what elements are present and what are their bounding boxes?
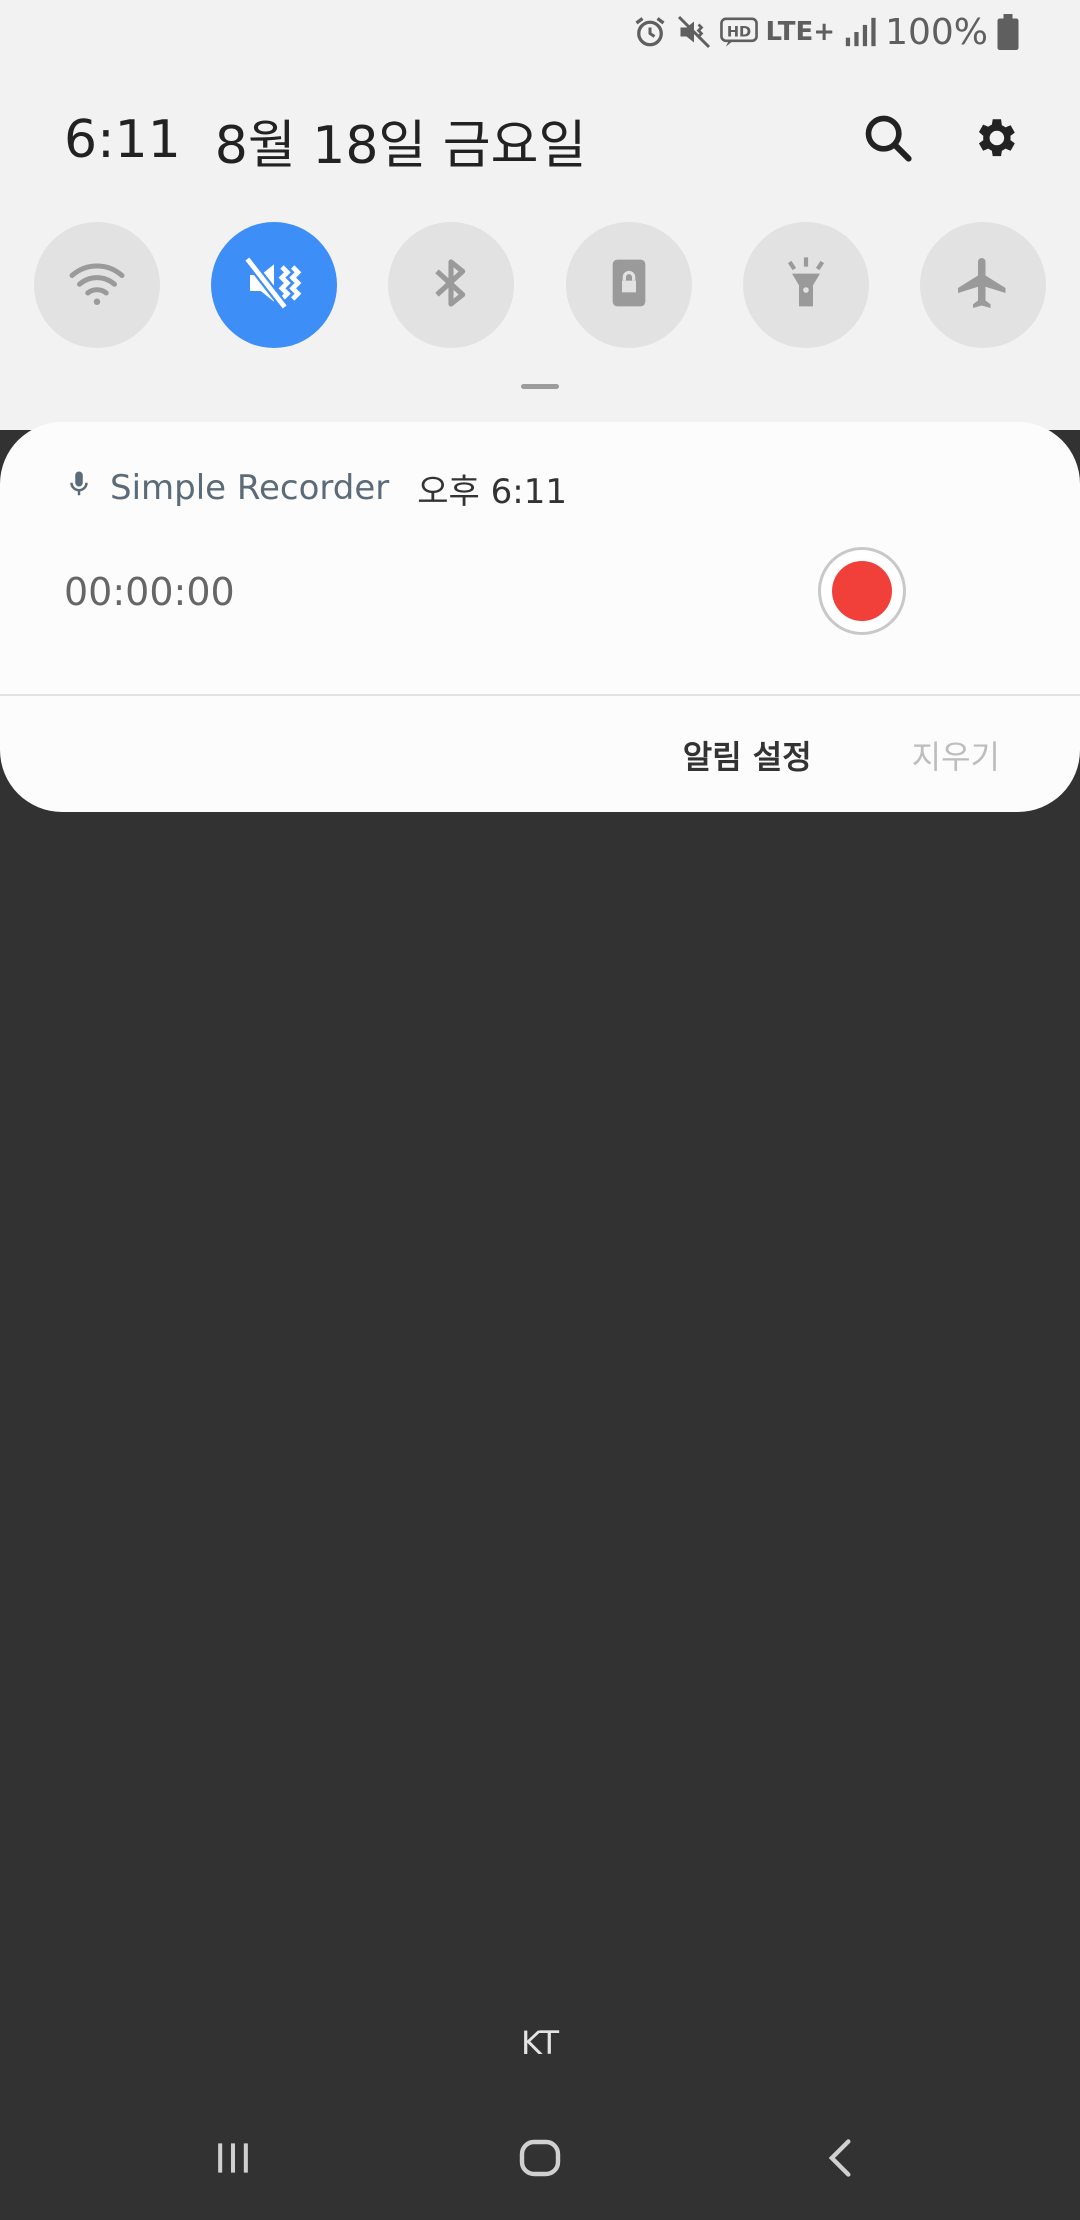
airplane-icon	[953, 253, 1013, 317]
rotation-lock-icon	[601, 255, 657, 315]
notification-header: Simple Recorder 오후 6:11	[64, 466, 567, 512]
notification-card[interactable]: Simple Recorder 오후 6:11 00:00:00 알림 설정 지…	[0, 422, 1080, 812]
screen-lock-toggle[interactable]	[565, 222, 692, 348]
bluetooth-toggle[interactable]	[388, 222, 515, 348]
wifi-icon	[67, 253, 127, 317]
bluetooth-icon	[423, 255, 479, 315]
clock: 6:11	[64, 110, 181, 170]
alarm-icon	[632, 14, 668, 50]
search-icon[interactable]	[862, 112, 914, 168]
recording-timer: 00:00:00	[64, 570, 235, 614]
record-icon	[832, 561, 892, 621]
vibrate-icon	[242, 251, 306, 319]
flashlight-toggle[interactable]	[742, 222, 869, 348]
airplane-toggle[interactable]	[919, 222, 1046, 348]
microphone-icon	[64, 467, 94, 510]
status-bar: HD LTE+ 100%	[632, 10, 1020, 54]
home-button[interactable]	[505, 2130, 575, 2190]
recent-apps-button[interactable]	[200, 2130, 266, 2190]
home-icon	[516, 2134, 564, 2186]
divider	[0, 694, 1080, 696]
signal-icon	[843, 15, 877, 49]
sound-vibrate-toggle[interactable]	[211, 222, 338, 348]
back-icon	[819, 2136, 863, 2184]
flashlight-icon	[778, 255, 834, 315]
svg-text:HD: HD	[726, 23, 750, 40]
mute-icon	[676, 14, 712, 50]
hd-voice-icon: HD	[719, 15, 758, 49]
notification-actions: 알림 설정 지우기	[683, 730, 1000, 780]
settings-gear-icon[interactable]	[970, 113, 1020, 167]
notification-app-name: Simple Recorder	[110, 468, 390, 508]
panel-drag-handle[interactable]	[521, 384, 559, 389]
wifi-toggle[interactable]	[34, 222, 160, 348]
lte-icon: LTE+	[765, 17, 836, 47]
clear-button[interactable]: 지우기	[912, 732, 1000, 778]
quick-panel: HD LTE+ 100% 6:11 8월 18일 금요일	[0, 0, 1080, 430]
record-button[interactable]	[818, 547, 906, 635]
battery-percent: 100%	[885, 11, 988, 53]
panel-header: 6:11 8월 18일 금요일	[64, 100, 1040, 180]
carrier-label: KT	[520, 2024, 560, 2062]
quick-settings-row	[34, 222, 1046, 348]
notification-time: 오후 6:11	[417, 471, 567, 512]
recent-apps-icon	[211, 2136, 255, 2184]
notification-settings-button[interactable]: 알림 설정	[683, 732, 812, 778]
navigation-bar	[0, 2120, 1080, 2200]
battery-icon	[996, 14, 1020, 50]
date: 8월 18일 금요일	[214, 115, 587, 176]
back-button[interactable]	[808, 2130, 874, 2190]
